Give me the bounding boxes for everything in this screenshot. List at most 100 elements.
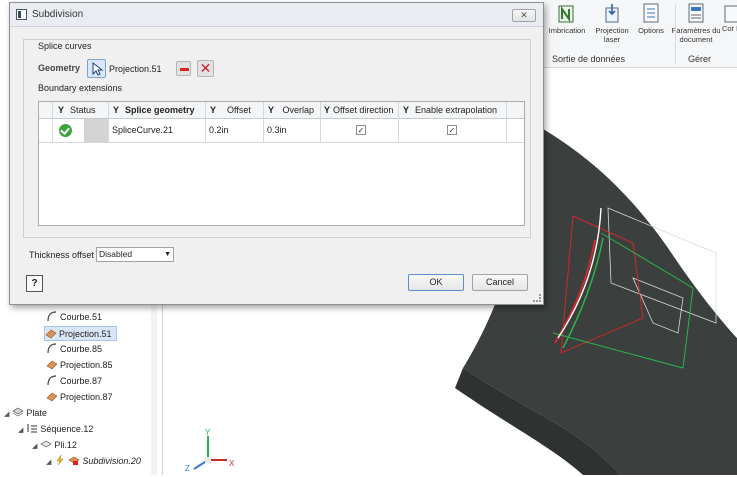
tree-item-courbe-85[interactable]: Courbe.85 [46,342,102,357]
tree-item-label: Pli.12 [54,440,77,450]
ok-button[interactable]: OK [408,274,464,291]
tree-item-pli-12[interactable]: ◢ Pli.12 [32,438,77,453]
tree-item-projection-85[interactable]: Projection.85 [46,358,113,373]
thickness-offset-select[interactable]: Disabled ▼ [96,247,174,262]
tree-item-label: Subdivision.20 [82,456,141,466]
offset-direction-checkbox[interactable]: ✓ [356,125,366,135]
pointer-icon [88,61,105,79]
tree-item-label: Plate [26,408,47,418]
options-label: Options [638,26,664,35]
tree-item-label: Courbe.85 [60,344,103,354]
options-button[interactable]: Options [627,2,675,35]
ply-icon [40,438,53,450]
curve-icon [46,310,58,322]
subdivision-dialog: Subdivision ✕ Splice curves Geometry Pro… [9,2,544,305]
partial-label: Cor L [722,24,737,33]
close-button[interactable]: ✕ [512,9,536,22]
projection-icon [46,390,58,402]
nesting-icon [557,2,577,24]
curve-icon [46,374,58,386]
help-button[interactable]: ? [26,275,43,292]
table-header: Y Status Y Splice geometry Y Offset Y Over… [39,102,524,119]
splice-geometry-cell[interactable]: SpliceCurve.21 [109,119,206,142]
tree-item-courbe-87[interactable]: Courbe.87 [46,374,102,389]
partial-icon [722,2,737,24]
document-settings-icon [686,2,706,24]
column-header-splice-geometry[interactable]: Y Splice geometry [109,102,206,119]
projection-icon [46,358,58,370]
tree-item-sequence-12[interactable]: ◢ Séquence.12 [18,422,93,437]
column-header-overlap[interactable]: Y Overlap [264,102,321,119]
geometry-label: Geometry [38,63,81,73]
filter-icon[interactable]: Y [210,102,219,119]
dialog-titlebar[interactable]: Subdivision ✕ [10,3,543,27]
filter-icon[interactable]: Y [113,102,122,119]
cancel-button[interactable]: Cancel [472,274,528,291]
tree-item-projection-51[interactable]: Projection.51 [44,326,117,341]
column-header-offset[interactable]: Y Offset [206,102,264,119]
ribbon: Imbrication Projection laser Options Par… [544,0,737,68]
document-settings-button[interactable]: Paramètres du document [671,2,721,44]
filter-icon[interactable]: Y [268,102,277,119]
boundary-extensions-table: Y Status Y Splice geometry Y Offset Y Over… [38,101,525,226]
filter-icon[interactable]: Y [403,102,412,119]
offset-cell[interactable]: 0.2in [206,119,264,142]
help-icon: ? [31,278,38,289]
options-icon [641,2,661,24]
status-cell-shade [84,119,109,142]
column-header-status[interactable]: Y Status [53,102,109,119]
tree-item-label: Courbe.51 [60,312,103,322]
thickness-offset-label: Thickness offset [29,250,94,260]
checkmark-status-icon [59,124,72,137]
resize-grip-icon[interactable] [533,294,541,302]
tree-item-label: Projection.51 [59,329,112,339]
plate-icon [12,406,25,418]
tree-item-label: Projection.87 [60,392,113,402]
document-settings-label: Paramètres du document [671,26,721,44]
splice-curves-label: Splice curves [38,41,92,51]
chevron-down-icon: ▼ [164,251,171,258]
row-selector[interactable] [39,119,53,142]
select-geometry-button[interactable] [87,59,106,78]
nesting-button[interactable]: Imbrication [543,2,591,35]
tree-item-plate[interactable]: ◢ Plate [4,406,47,421]
tree-item-subdivision-20[interactable]: ◢ Subdivision.20 [46,454,141,469]
filter-icon[interactable]: Y [324,102,333,119]
expand-arrow-icon[interactable]: ◢ [18,427,23,434]
laser-projection-label: Projection laser [595,26,629,44]
offset-direction-cell: ✓ [321,119,399,142]
axis-z-label: Z [185,464,190,473]
table-row[interactable]: SpliceCurve.21 0.2in 0.3in ✓ ✓ [39,119,524,143]
row-header-corner [39,102,53,119]
group-data-output: Sortie de données [552,54,626,64]
expand-arrow-icon[interactable]: ◢ [46,459,51,466]
axis-y-label: Y [205,428,211,437]
nesting-label: Imbrication [548,26,586,35]
filter-icon[interactable]: Y [58,102,67,119]
enable-extrapolation-checkbox[interactable]: ✓ [447,125,457,135]
column-header-enable-extrapolation[interactable]: Y Enable extrapolation [399,102,507,119]
curve-icon [46,342,58,354]
geometry-value: Projection.51 [109,64,162,74]
window-icon [16,9,27,20]
boundary-extensions-label: Boundary extensions [38,83,123,93]
overlap-cell[interactable]: 0.3in [264,119,321,142]
projection-icon [45,327,57,339]
group-manage: Gérer [688,54,712,64]
browser-scrollbar[interactable] [150,300,158,475]
partial-ribbon-button[interactable]: Cor L [722,2,737,33]
model-browser: Courbe.51 Projection.51 Courbe.85 Projec… [0,300,163,475]
tree-item-courbe-51[interactable]: Courbe.51 [46,310,102,325]
remove-geometry-button[interactable] [176,61,191,76]
laser-projection-icon [602,2,622,24]
lightning-icon [54,454,66,466]
dialog-title: Subdivision [32,9,84,20]
sequence-icon [26,422,38,434]
expand-arrow-icon[interactable]: ◢ [32,443,37,450]
subdivision-icon [68,454,80,466]
expand-arrow-icon[interactable]: ◢ [4,411,9,418]
delete-x-icon: ✕ [199,60,212,76]
column-header-offset-direction[interactable]: Y Offset direction [321,102,399,119]
tree-item-projection-87[interactable]: Projection.87 [46,390,113,405]
clear-geometry-button[interactable]: ✕ [197,60,214,77]
